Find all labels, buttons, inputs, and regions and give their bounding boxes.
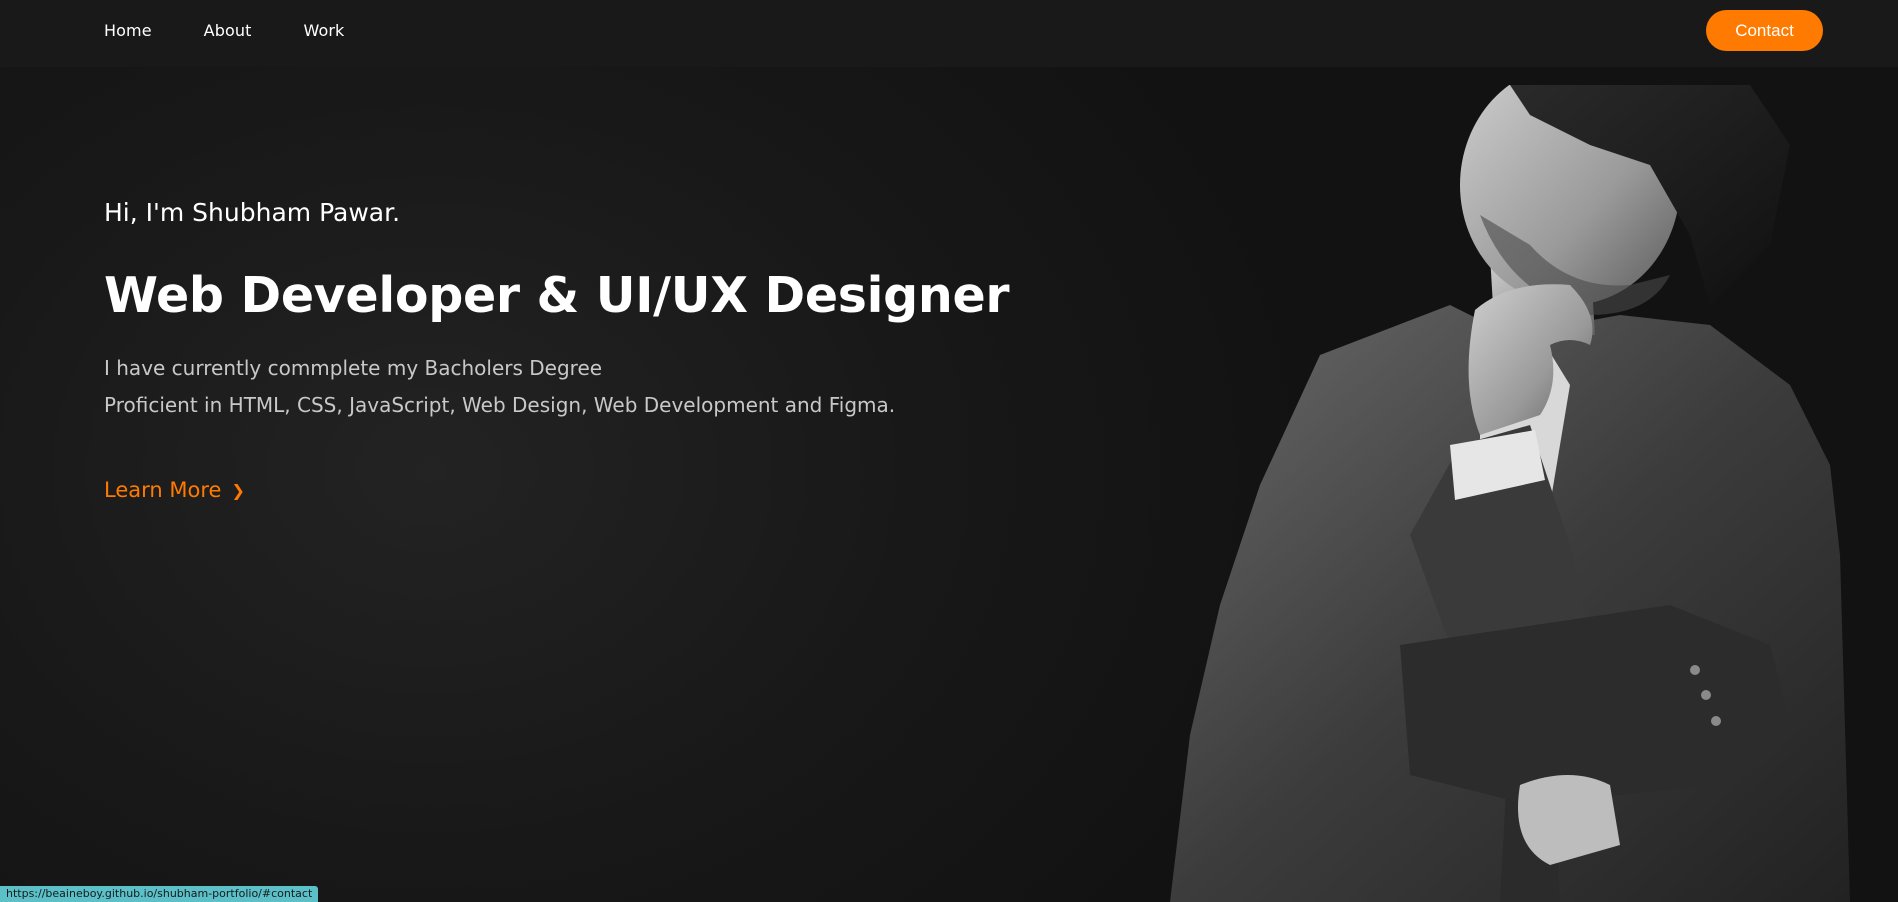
nav-link-home[interactable]: Home xyxy=(104,21,152,40)
hero-headline: Web Developer & UI/UX Designer xyxy=(104,267,1010,324)
hero-greeting: Hi, I'm Shubham Pawar. xyxy=(104,198,401,227)
nav-links: Home About Work xyxy=(104,0,396,60)
hero-description-line-2: Proficient in HTML, CSS, JavaScript, Web… xyxy=(104,393,896,417)
hero-description-line-1: I have currently commplete my Bacholers … xyxy=(104,356,603,380)
chevron-right-icon: ❯ xyxy=(231,480,245,500)
hero-description: I have currently commplete my Bacholers … xyxy=(104,350,1104,424)
portfolio-page: Home About Work Contact Hi, I'm Shubham … xyxy=(0,0,1898,902)
navbar: Home About Work Contact xyxy=(0,0,1898,67)
portrait-photo xyxy=(1170,85,1850,902)
nav-link-work[interactable]: Work xyxy=(303,21,344,40)
learn-more-link[interactable]: Learn More ❯ xyxy=(104,478,245,502)
nav-link-about[interactable]: About xyxy=(204,21,252,40)
hero-section: Hi, I'm Shubham Pawar. Web Developer & U… xyxy=(104,196,1104,502)
contact-button[interactable]: Contact xyxy=(1706,10,1823,51)
learn-more-label: Learn More xyxy=(104,478,222,502)
status-bar-url: https://beaineboy.github.io/shubham-port… xyxy=(0,886,319,902)
